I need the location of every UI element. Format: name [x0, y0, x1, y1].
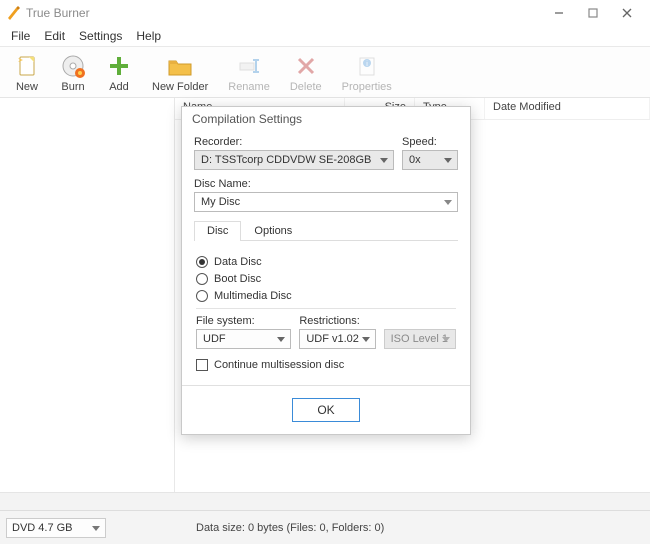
- radio-icon: [196, 290, 208, 302]
- radio-boot-disc-label: Boot Disc: [214, 273, 261, 285]
- properties-icon: i: [354, 53, 380, 79]
- toolbar: New Burn Add New Folder Rename Delete i …: [0, 46, 650, 98]
- radio-boot-disc[interactable]: Boot Disc: [196, 273, 456, 285]
- new-folder-label: New Folder: [152, 81, 208, 93]
- delete-icon: [293, 53, 319, 79]
- disc-name-label: Disc Name:: [194, 178, 458, 190]
- new-folder-button[interactable]: New Folder: [142, 51, 218, 95]
- rename-button[interactable]: Rename: [218, 51, 280, 95]
- new-label: New: [16, 81, 38, 93]
- menu-help[interactable]: Help: [129, 28, 168, 44]
- menu-file[interactable]: File: [4, 28, 37, 44]
- menu-edit[interactable]: Edit: [37, 28, 72, 44]
- app-title: True Burner: [26, 6, 542, 20]
- size-gauge: [0, 492, 650, 510]
- burn-label: Burn: [61, 81, 84, 93]
- burn-button[interactable]: Burn: [50, 51, 96, 95]
- new-icon: [14, 53, 40, 79]
- radio-data-disc[interactable]: Data Disc: [196, 256, 456, 268]
- col-date[interactable]: Date Modified: [485, 98, 650, 119]
- tab-disc-body: Data Disc Boot Disc Multimedia Disc File…: [194, 241, 458, 377]
- dialog-tabs: Disc Options: [194, 220, 458, 241]
- add-button[interactable]: Add: [96, 51, 142, 95]
- restrictions-value: UDF v1.02: [306, 333, 359, 345]
- radio-icon: [196, 256, 208, 268]
- restrictions-label: Restrictions:: [299, 315, 375, 327]
- data-size-text: Data size: 0 bytes (Files: 0, Folders: 0…: [196, 522, 384, 534]
- checkbox-icon: [196, 359, 208, 371]
- file-system-label: File system:: [196, 315, 291, 327]
- divider: [196, 308, 456, 309]
- disc-name-value: My Disc: [201, 196, 240, 208]
- title-bar: True Burner: [0, 0, 650, 26]
- continue-multisession-label: Continue multisession disc: [214, 359, 344, 371]
- recorder-value: D: TSSTcorp CDDVDW SE-208GB: [201, 154, 371, 166]
- file-system-value: UDF: [203, 333, 226, 345]
- new-button[interactable]: New: [4, 51, 50, 95]
- properties-label: Properties: [342, 81, 392, 93]
- tab-options[interactable]: Options: [241, 221, 305, 241]
- file-system-select[interactable]: UDF: [196, 329, 291, 349]
- compilation-settings-dialog: Compilation Settings Recorder: D: TSSTco…: [181, 106, 471, 435]
- close-button[interactable]: [610, 2, 644, 24]
- speed-value: 0x: [409, 154, 421, 166]
- radio-multimedia-disc[interactable]: Multimedia Disc: [196, 290, 456, 302]
- add-label: Add: [109, 81, 129, 93]
- iso-level-value: ISO Level 1: [391, 333, 448, 345]
- disc-type-value: DVD 4.7 GB: [12, 522, 73, 534]
- new-folder-icon: [167, 53, 193, 79]
- dialog-footer: OK: [182, 385, 470, 434]
- tree-pane[interactable]: [0, 98, 175, 495]
- rename-icon: [236, 53, 262, 79]
- dialog-title: Compilation Settings: [182, 107, 470, 132]
- tab-disc[interactable]: Disc: [194, 221, 241, 241]
- radio-icon: [196, 273, 208, 285]
- speed-select[interactable]: 0x: [402, 150, 458, 170]
- disc-type-select[interactable]: DVD 4.7 GB: [6, 518, 106, 538]
- ok-button-label: OK: [317, 403, 334, 417]
- ok-button[interactable]: OK: [292, 398, 360, 422]
- recorder-select[interactable]: D: TSSTcorp CDDVDW SE-208GB: [194, 150, 394, 170]
- maximize-button[interactable]: [576, 2, 610, 24]
- delete-button[interactable]: Delete: [280, 51, 332, 95]
- disc-name-input[interactable]: My Disc: [194, 192, 458, 212]
- add-icon: [106, 53, 132, 79]
- app-icon: [6, 6, 20, 20]
- recorder-label: Recorder:: [194, 136, 394, 148]
- iso-level-select: ISO Level 1: [384, 329, 456, 349]
- minimize-button[interactable]: [542, 2, 576, 24]
- delete-label: Delete: [290, 81, 322, 93]
- rename-label: Rename: [228, 81, 270, 93]
- menu-settings[interactable]: Settings: [72, 28, 129, 44]
- radio-data-disc-label: Data Disc: [214, 256, 262, 268]
- menu-bar: File Edit Settings Help: [0, 26, 650, 46]
- speed-label: Speed:: [402, 136, 458, 148]
- status-bar: DVD 4.7 GB Data size: 0 bytes (Files: 0,…: [0, 510, 650, 544]
- continue-multisession-checkbox[interactable]: Continue multisession disc: [196, 359, 456, 371]
- properties-button[interactable]: i Properties: [332, 51, 402, 95]
- restrictions-select[interactable]: UDF v1.02: [299, 329, 375, 349]
- burn-icon: [60, 53, 86, 79]
- radio-multimedia-disc-label: Multimedia Disc: [214, 290, 292, 302]
